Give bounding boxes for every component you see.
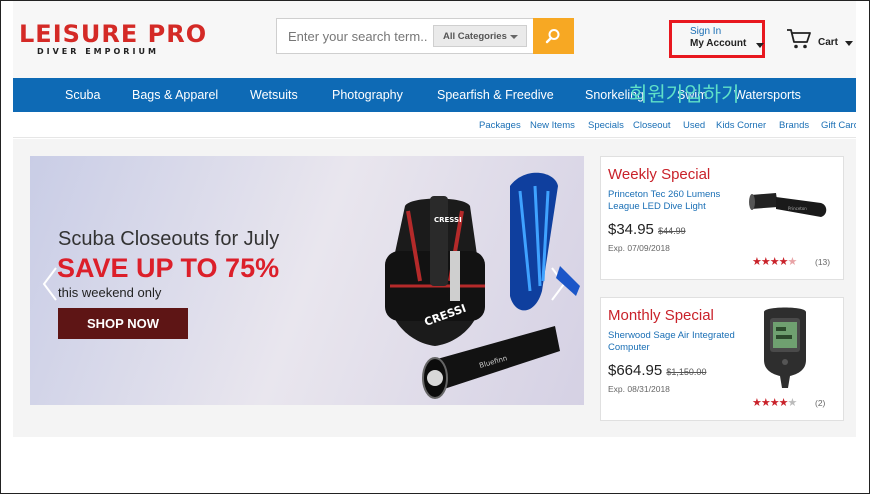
weekly-rating-stars: ★★★★★ [752,256,797,268]
sublink-gift-cards[interactable]: Gift Cards [821,120,856,131]
logo-sub-text: DIVER EMPORIUM [37,47,159,56]
nav-item-wetsuits[interactable]: Wetsuits [250,88,298,102]
category-select[interactable]: All Categories [433,25,527,47]
nav-item-photography[interactable]: Photography [332,88,403,102]
svg-text:Princeton: Princeton [788,206,807,211]
monthly-special-title: Monthly Special [608,307,714,324]
sublink-brands[interactable]: Brands [779,120,809,131]
sublink-specials[interactable]: Specials [588,120,624,131]
my-account-label: My Account [690,38,747,49]
weekly-expiry: Exp. 07/09/2018 [608,243,670,253]
weekly-special-card[interactable]: Weekly Special Princeton Tec 260 Lumens … [600,156,844,280]
shop-now-button[interactable]: SHOP NOW [58,308,188,339]
signup-overlay-text: 회원가입하기 [629,82,740,106]
dive-computer-image [764,307,806,388]
monthly-price-value: $664.95 [608,362,663,379]
account-menu[interactable]: Sign In My Account [669,20,765,58]
category-label: All Categories [443,31,507,42]
nav-item-bags-apparel[interactable]: Bags & Apparel [132,88,218,102]
search-input[interactable] [277,19,427,53]
dive-light-image: Princeton [749,193,827,217]
bcd-logo-text: CRESSI [434,216,462,224]
cart-label: Cart [818,37,839,48]
monthly-special-card[interactable]: Monthly Special Sherwood Sage Air Integr… [600,297,844,421]
monthly-old-price: $1,150.00 [666,367,707,377]
site-header: LEISURE PRO DIVER EMPORIUM All Categorie… [13,0,856,78]
weekly-review-count[interactable]: (13) [815,257,830,267]
weekly-price-value: $34.95 [608,221,654,238]
secondary-nav: Packages New Items Specials Closeout Use… [13,112,856,138]
sublink-closeout[interactable]: Closeout [633,120,671,131]
logo-main-text: LEISURE PRO [19,20,208,48]
nav-item-watersports[interactable]: Watersports [734,88,801,102]
search-button[interactable] [533,18,574,54]
weekly-old-price: $44.99 [658,226,686,236]
nav-item-scuba[interactable]: Scuba [65,88,100,102]
chevron-left-icon[interactable] [42,266,58,302]
banner-headline: Scuba Closeouts for July [58,228,280,250]
weekly-price: $34.95 $44.99 [608,221,686,238]
monthly-product-link[interactable]: Sherwood Sage Air Integrated Computer [608,330,743,354]
monthly-expiry: Exp. 08/31/2018 [608,384,670,394]
monthly-rating-stars: ★★★★★ [752,397,797,409]
weekly-special-title: Weekly Special [608,166,711,183]
banner-discount: SAVE UP TO 75% [57,253,280,283]
search-icon [545,29,560,44]
sublink-packages[interactable]: Packages [479,120,521,131]
chevron-down-icon [510,35,518,39]
sublink-new-items[interactable]: New Items [530,120,575,131]
sublink-used[interactable]: Used [683,120,705,131]
site-logo[interactable]: LEISURE PRO DIVER EMPORIUM [19,22,207,56]
scuba-gear-image: CRESSI CRESSI Bluefinn [385,172,580,399]
chevron-down-icon [845,41,853,46]
cart-button[interactable]: Cart [786,28,856,52]
sublink-kids-corner[interactable]: Kids Corner [716,120,766,131]
monthly-review-count[interactable]: (2) [815,398,825,408]
sign-in-link[interactable]: Sign In [690,26,721,37]
weekly-product-link[interactable]: Princeton Tec 260 Lumens League LED Dive… [608,189,743,213]
nav-item-spearfish-freedive[interactable]: Spearfish & Freedive [437,88,554,102]
cart-icon [787,29,811,49]
hero-banner[interactable]: Scuba Closeouts for July SAVE UP TO 75% … [30,156,584,405]
monthly-price: $664.95 $1,150.00 [608,362,706,379]
search-box: All Categories [276,18,534,54]
chevron-down-icon [756,43,764,48]
lower-content-panel [30,455,844,494]
banner-subline: this weekend only [58,285,162,300]
